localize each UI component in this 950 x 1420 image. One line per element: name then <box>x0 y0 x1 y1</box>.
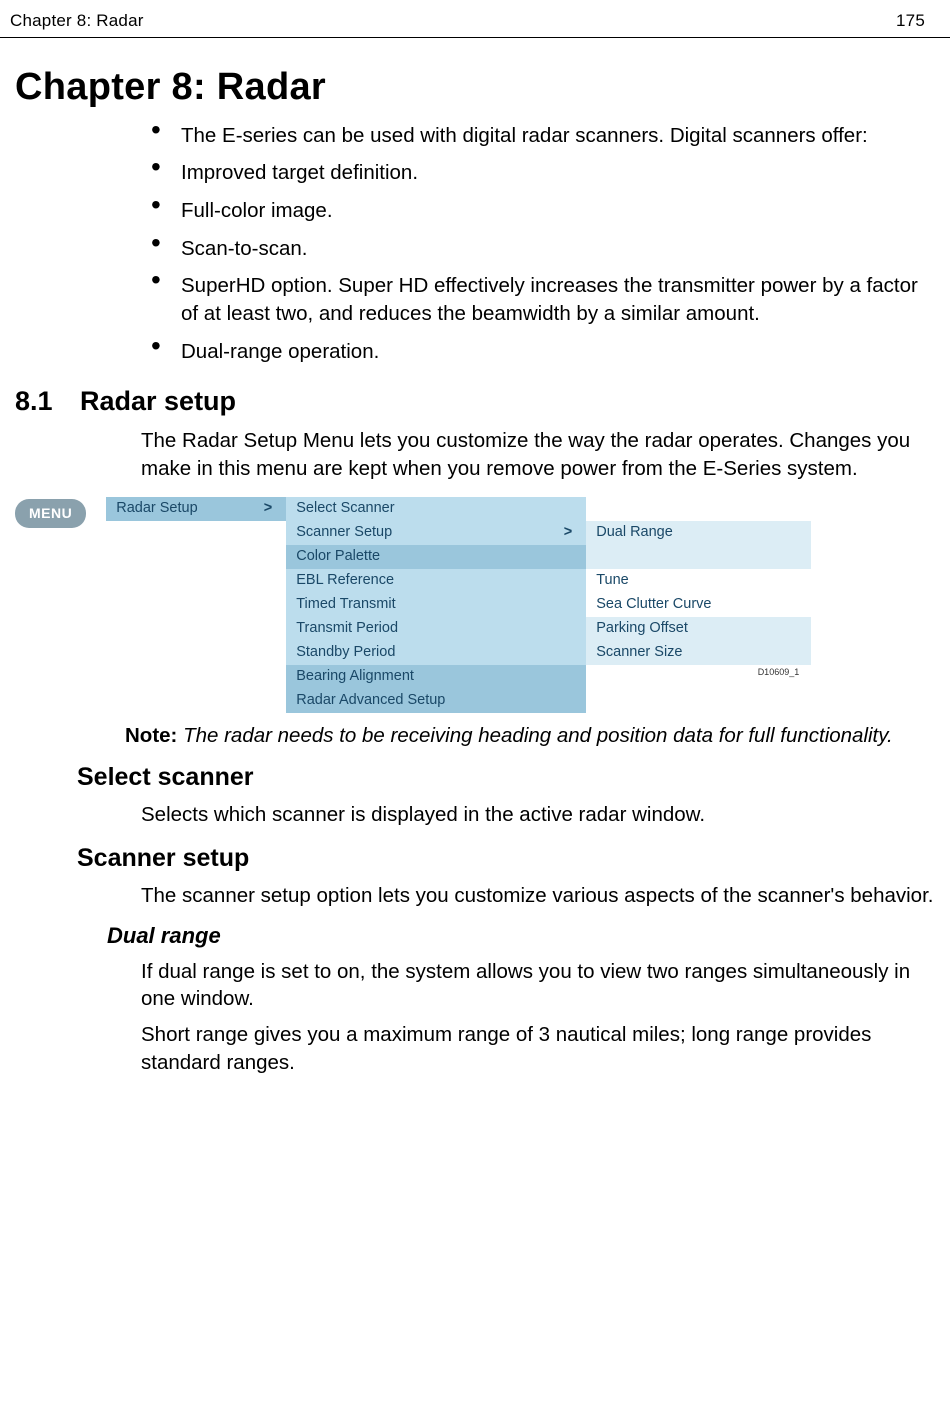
paragraph: Selects which scanner is displayed in th… <box>141 801 935 829</box>
feature-item: Improved target definition. <box>151 159 935 187</box>
menu-item: Tune <box>586 569 811 593</box>
menu-item: Standby Period <box>286 641 586 665</box>
note: Note: The radar needs to be receiving he… <box>125 723 935 749</box>
menu-item: Radar Advanced Setup <box>286 689 586 713</box>
section-paragraph: The Radar Setup Menu lets you customize … <box>141 427 935 482</box>
figure-reference: D10609_1 <box>586 667 811 678</box>
menu-item-label: EBL Reference <box>296 571 394 589</box>
menu-item-label: Dual Range <box>596 523 673 541</box>
menu-item: Scanner Setup > <box>286 521 586 545</box>
menu-item-label: Transmit Period <box>296 619 398 637</box>
menu-item: EBL Reference <box>286 569 586 593</box>
menu-item-label: Sea Clutter Curve <box>596 595 711 613</box>
menu-columns: Radar Setup > Select Scanner Scanner Set… <box>106 497 811 713</box>
menu-item: Transmit Period <box>286 617 586 641</box>
chapter-title: Chapter 8: Radar <box>15 64 935 112</box>
paragraph: Short range gives you a maximum range of… <box>141 1021 935 1076</box>
menu-col-3: Dual Range Tune Sea Clutter Curve Parkin… <box>586 521 811 678</box>
note-label: Note: <box>125 724 183 747</box>
menu-item: Dual Range <box>586 521 811 545</box>
menu-item-radar-setup: Radar Setup > <box>106 497 286 521</box>
subheading-select-scanner: Select scanner <box>77 762 935 793</box>
menu-item: Timed Transmit <box>286 593 586 617</box>
menu-item: Color Palette <box>286 545 586 569</box>
menu-col-2: Select Scanner Scanner Setup > Color Pal… <box>286 497 586 713</box>
menu-item: Sea Clutter Curve <box>586 593 811 617</box>
feature-list: The E-series can be used with digital ra… <box>15 122 935 366</box>
menu-item-label: Timed Transmit <box>296 595 395 613</box>
paragraph: If dual range is set to on, the system a… <box>141 958 935 1013</box>
header-left: Chapter 8: Radar <box>10 10 144 31</box>
page: Chapter 8: Radar 175 Chapter 8: Radar Th… <box>0 0 950 1076</box>
menu-pill: MENU <box>15 499 86 529</box>
section-title: Radar setup <box>80 385 236 419</box>
menu-item-label: Scanner Setup <box>296 523 392 541</box>
page-number: 175 <box>896 10 925 31</box>
menu-item-label: Radar Advanced Setup <box>296 691 445 709</box>
subsubheading-dual-range: Dual range <box>107 922 935 950</box>
running-header: Chapter 8: Radar 175 <box>0 0 950 38</box>
feature-item: Scan-to-scan. <box>151 235 935 263</box>
feature-item: SuperHD option. Super HD effectively inc… <box>151 272 935 327</box>
menu-item-label: Bearing Alignment <box>296 667 414 685</box>
menu-item-label: Standby Period <box>296 643 395 661</box>
menu-item: Parking Offset <box>586 617 811 641</box>
menu-item-blank <box>586 545 811 569</box>
menu-diagram: MENU Radar Setup > Select Scanner Scanne… <box>15 497 935 713</box>
menu-item: Select Scanner <box>286 497 586 521</box>
subheading-scanner-setup: Scanner setup <box>77 843 935 874</box>
paragraph: The scanner setup option lets you custom… <box>141 882 935 910</box>
chevron-right-icon: > <box>564 523 576 541</box>
menu-item: Bearing Alignment <box>286 665 586 689</box>
menu-item-label: Scanner Size <box>596 643 682 661</box>
section-heading: 8.1 Radar setup <box>15 385 935 419</box>
note-body: The radar needs to be receiving heading … <box>183 724 893 747</box>
menu-item-label: Tune <box>596 571 629 589</box>
chevron-right-icon: > <box>264 499 276 517</box>
menu-item-label: Parking Offset <box>596 619 688 637</box>
menu-item-label: Radar Setup <box>116 499 197 517</box>
menu-item: Scanner Size <box>586 641 811 665</box>
feature-item: The E-series can be used with digital ra… <box>151 122 935 150</box>
feature-item: Dual-range operation. <box>151 338 935 366</box>
menu-item-label: Select Scanner <box>296 499 394 517</box>
menu-item-label: Color Palette <box>296 547 380 565</box>
feature-item: Full-color image. <box>151 197 935 225</box>
section-number: 8.1 <box>15 385 80 419</box>
page-content: Chapter 8: Radar The E-series can be use… <box>0 38 950 1076</box>
menu-col-1: Radar Setup > <box>106 497 286 521</box>
